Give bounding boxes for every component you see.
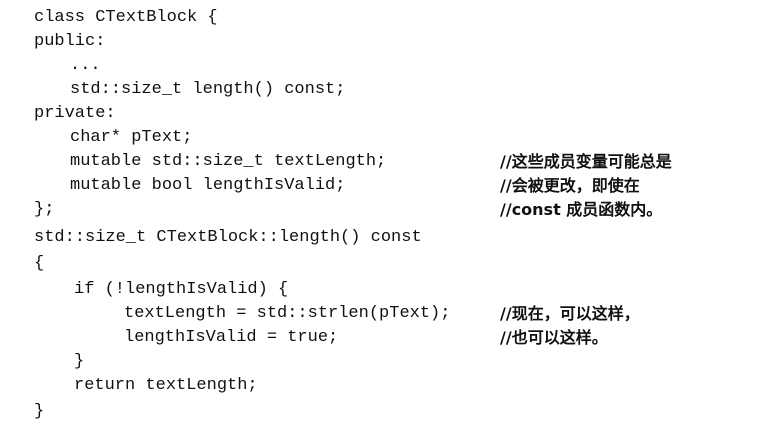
code-text: public:	[34, 32, 106, 51]
code-line: private:	[0, 102, 757, 126]
code-text: };	[34, 200, 55, 219]
code-line: }; //const 成员函数内。	[0, 198, 757, 222]
code-line: std::size_t length() const;	[0, 78, 757, 102]
code-text: mutable std::size_t textLength;	[70, 152, 387, 171]
code-comment: //现在，可以这样，	[500, 304, 640, 323]
code-line: {	[0, 252, 757, 276]
code-text: lengthIsValid = true;	[124, 328, 339, 347]
code-text: ...	[70, 56, 101, 75]
code-comment: //也可以这样。	[500, 328, 608, 347]
code-line: public:	[0, 30, 757, 54]
code-text: std::size_t CTextBlock::length() const	[34, 228, 422, 247]
code-line: return textLength;	[0, 374, 757, 398]
code-line: textLength = std::strlen(pText); //现在，可以…	[0, 302, 757, 326]
code-text: {	[34, 254, 45, 273]
code-text: mutable bool lengthIsValid;	[70, 176, 346, 195]
code-line: mutable std::size_t textLength; //这些成员变量…	[0, 150, 757, 174]
code-text: if (!lengthIsValid) {	[74, 280, 289, 299]
code-text: char* pText;	[70, 128, 193, 147]
code-comment: //const 成员函数内。	[500, 200, 663, 219]
code-line: if (!lengthIsValid) {	[0, 278, 757, 302]
code-text: std::size_t length() const;	[70, 80, 346, 99]
code-text: textLength = std::strlen(pText);	[124, 304, 451, 323]
code-line: std::size_t CTextBlock::length() const	[0, 226, 757, 250]
code-line: lengthIsValid = true; //也可以这样。	[0, 326, 757, 350]
code-comment: //会被更改，即使在	[500, 176, 640, 195]
code-text: }	[74, 352, 85, 371]
code-line: }	[0, 350, 757, 374]
code-line: ...	[0, 54, 757, 78]
code-text: return textLength;	[74, 376, 258, 395]
code-text: }	[34, 402, 45, 421]
code-line: mutable bool lengthIsValid; //会被更改，即使在	[0, 174, 757, 198]
code-line: char* pText;	[0, 126, 757, 150]
code-listing: class CTextBlock { public: ... std::size…	[0, 0, 757, 442]
code-text: class CTextBlock {	[34, 8, 218, 27]
code-text: private:	[34, 104, 116, 123]
code-line: }	[0, 400, 757, 424]
code-line: class CTextBlock {	[0, 6, 757, 30]
code-comment: //这些成员变量可能总是	[500, 152, 672, 171]
